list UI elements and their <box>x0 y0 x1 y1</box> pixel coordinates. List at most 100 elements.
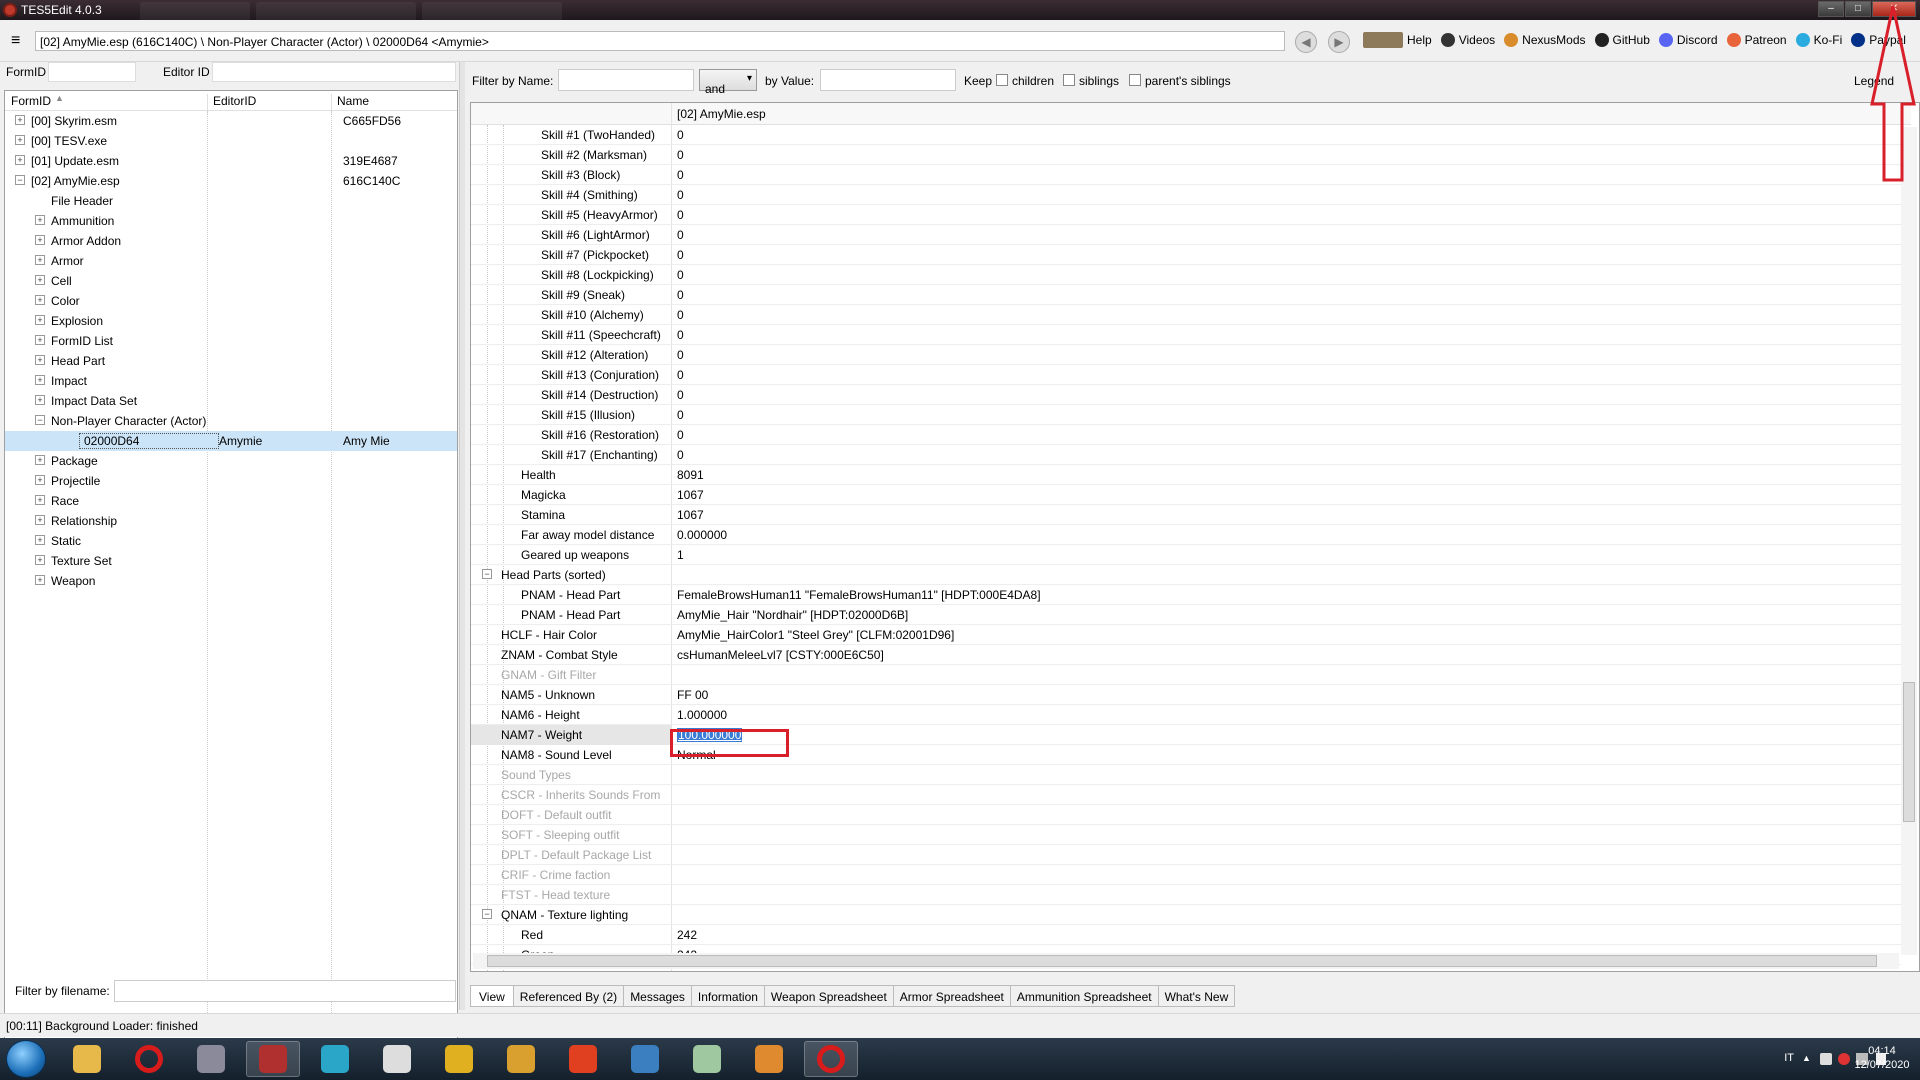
record-field-row[interactable]: ZNAM - Combat Style csHumanMeleeLvl7 [CST… <box>471 645 1901 665</box>
formid-input[interactable] <box>48 62 136 82</box>
expand-icon[interactable]: + <box>35 335 45 345</box>
tree-row[interactable]: + Impact Data Set <box>5 391 457 411</box>
taskbar-app[interactable] <box>122 1041 176 1077</box>
back-icon[interactable]: ◀ <box>1295 31 1317 53</box>
record-field-row[interactable]: CSCR - Inherits Sounds From <box>471 785 1901 805</box>
record-field-row[interactable]: Skill #1 (TwoHanded) 0 <box>471 125 1901 145</box>
tree-row[interactable]: + Armor <box>5 251 457 271</box>
expand-icon[interactable]: + <box>35 235 45 245</box>
record-field-row[interactable]: Skill #10 (Alchemy) 0 <box>471 305 1901 325</box>
record-field-row[interactable]: HCLF - Hair Color AmyMie_HairColor1 "Stee… <box>471 625 1901 645</box>
expand-icon[interactable]: + <box>35 575 45 585</box>
link-help[interactable]: Help <box>1363 32 1432 48</box>
record-field-row[interactable]: FTST - Head texture <box>471 885 1901 905</box>
record-field-row[interactable]: NAM5 - Unknown FF 00 <box>471 685 1901 705</box>
scroll-thumb[interactable] <box>1903 682 1915 822</box>
filter-value-input[interactable] <box>820 69 956 91</box>
tree-row[interactable]: + [01] Update.esm 319E4687 <box>5 151 457 171</box>
expand-icon[interactable]: + <box>35 255 45 265</box>
tree-row[interactable]: + Static <box>5 531 457 551</box>
taskbar-app[interactable] <box>246 1041 300 1077</box>
tab-ammunition-spreadsheet[interactable]: Ammunition Spreadsheet <box>1010 985 1159 1007</box>
record-field-row[interactable]: Skill #11 (Speechcraft) 0 <box>471 325 1901 345</box>
taskbar-app[interactable] <box>618 1041 672 1077</box>
tab-what-s-new[interactable]: What's New <box>1158 985 1236 1007</box>
tree-row[interactable]: File Header <box>5 191 457 211</box>
tree-row[interactable]: + Weapon <box>5 571 457 591</box>
record-field-row[interactable]: Skill #17 (Enchanting) 0 <box>471 445 1901 465</box>
record-field-row[interactable]: CRIF - Crime faction <box>471 865 1901 885</box>
record-field-row[interactable]: DOFT - Default outfit <box>471 805 1901 825</box>
menu-icon[interactable]: ≡ <box>11 33 20 49</box>
link-discord[interactable]: Discord <box>1658 33 1718 47</box>
grid-horizontal-scrollbar[interactable] <box>473 953 1899 969</box>
record-field-row[interactable]: Skill #2 (Marksman) 0 <box>471 145 1901 165</box>
link-kofi[interactable]: Ko-Fi <box>1795 33 1842 47</box>
tree-row[interactable]: + Relationship <box>5 511 457 531</box>
bg-tab[interactable] <box>140 2 250 20</box>
expand-icon[interactable]: + <box>35 275 45 285</box>
record-field-row[interactable]: DPLT - Default Package List <box>471 845 1901 865</box>
tab-weapon-spreadsheet[interactable]: Weapon Spreadsheet <box>764 985 894 1007</box>
collapse-icon[interactable]: − <box>15 175 25 185</box>
expand-icon[interactable]: + <box>35 475 45 485</box>
tab-referenced-by-2[interactable]: Referenced By (2) <box>513 985 625 1007</box>
tab-information[interactable]: Information <box>691 985 765 1007</box>
record-field-row[interactable]: Magicka 1067 <box>471 485 1901 505</box>
scroll-thumb[interactable] <box>487 955 1877 967</box>
link-nexusmods[interactable]: NexusMods <box>1504 33 1586 47</box>
tree-row[interactable]: + Armor Addon <box>5 231 457 251</box>
expand-icon[interactable]: + <box>35 495 45 505</box>
expand-icon[interactable]: + <box>35 215 45 225</box>
tree-row[interactable]: + Head Part <box>5 351 457 371</box>
record-field-row[interactable]: Skill #9 (Sneak) 0 <box>471 285 1901 305</box>
record-field-row[interactable]: Skill #16 (Restoration) 0 <box>471 425 1901 445</box>
tree-row[interactable]: + Texture Set <box>5 551 457 571</box>
start-button[interactable] <box>6 1040 46 1078</box>
language-indicator[interactable]: IT <box>1784 1052 1794 1064</box>
tree-row[interactable]: + Ammunition <box>5 211 457 231</box>
tab-view[interactable]: View <box>470 985 514 1007</box>
expand-icon[interactable]: + <box>35 515 45 525</box>
parents-siblings-checkbox[interactable] <box>1129 74 1141 86</box>
collapse-icon[interactable]: − <box>482 569 492 579</box>
col-editorid[interactable]: EditorID <box>213 94 256 108</box>
link-patreon[interactable]: Patreon <box>1726 33 1787 47</box>
expand-icon[interactable]: + <box>35 295 45 305</box>
record-field-row[interactable]: PNAM - Head Part FemaleBrowsHuman11 "Fema… <box>471 585 1901 605</box>
editorid-input[interactable] <box>212 62 456 82</box>
tree-row[interactable]: + FormID List <box>5 331 457 351</box>
expand-icon[interactable]: + <box>35 455 45 465</box>
expand-icon[interactable]: + <box>35 375 45 385</box>
clock[interactable]: 04:14 12/07/2020 <box>1852 1044 1912 1072</box>
bg-tab[interactable] <box>422 2 562 20</box>
taskbar-app[interactable] <box>742 1041 796 1077</box>
forward-icon[interactable]: ▶ <box>1328 31 1350 53</box>
bg-tab[interactable] <box>256 2 416 20</box>
tab-messages[interactable]: Messages <box>624 985 692 1007</box>
children-checkbox[interactable] <box>996 74 1008 86</box>
expand-icon[interactable]: + <box>35 555 45 565</box>
antivirus-icon[interactable] <box>1838 1053 1850 1065</box>
taskbar-app[interactable] <box>804 1041 858 1077</box>
record-field-row[interactable]: Skill #12 (Alteration) 0 <box>471 345 1901 365</box>
record-field-row[interactable]: Stamina 1067 <box>471 505 1901 525</box>
taskbar-app[interactable] <box>184 1041 238 1077</box>
record-field-row[interactable]: Skill #6 (LightArmor) 0 <box>471 225 1901 245</box>
record-field-row[interactable]: Geared up weapons 1 <box>471 545 1901 565</box>
taskbar-app[interactable] <box>556 1041 610 1077</box>
tree-row[interactable]: + Race <box>5 491 457 511</box>
tree-row[interactable]: + [00] Skyrim.esm C665FD56 <box>5 111 457 131</box>
tree-row[interactable]: + [00] TESV.exe <box>5 131 457 151</box>
filter-name-input[interactable] <box>558 69 694 91</box>
record-field-row[interactable]: NAM6 - Height 1.000000 <box>471 705 1901 725</box>
show-hidden-icon[interactable]: ▲ <box>1802 1053 1814 1065</box>
filter-op-select[interactable]: and <box>699 69 757 96</box>
record-field-row[interactable]: Skill #7 (Pickpocket) 0 <box>471 245 1901 265</box>
record-field-row[interactable]: Skill #3 (Block) 0 <box>471 165 1901 185</box>
expand-icon[interactable]: + <box>35 315 45 325</box>
tree-row[interactable]: 02000D64 Amymie Amy Mie <box>5 431 457 451</box>
record-field-row[interactable]: Skill #14 (Destruction) 0 <box>471 385 1901 405</box>
grid-vertical-scrollbar[interactable] <box>1901 127 1917 955</box>
filter-filename-input[interactable] <box>114 980 456 1002</box>
